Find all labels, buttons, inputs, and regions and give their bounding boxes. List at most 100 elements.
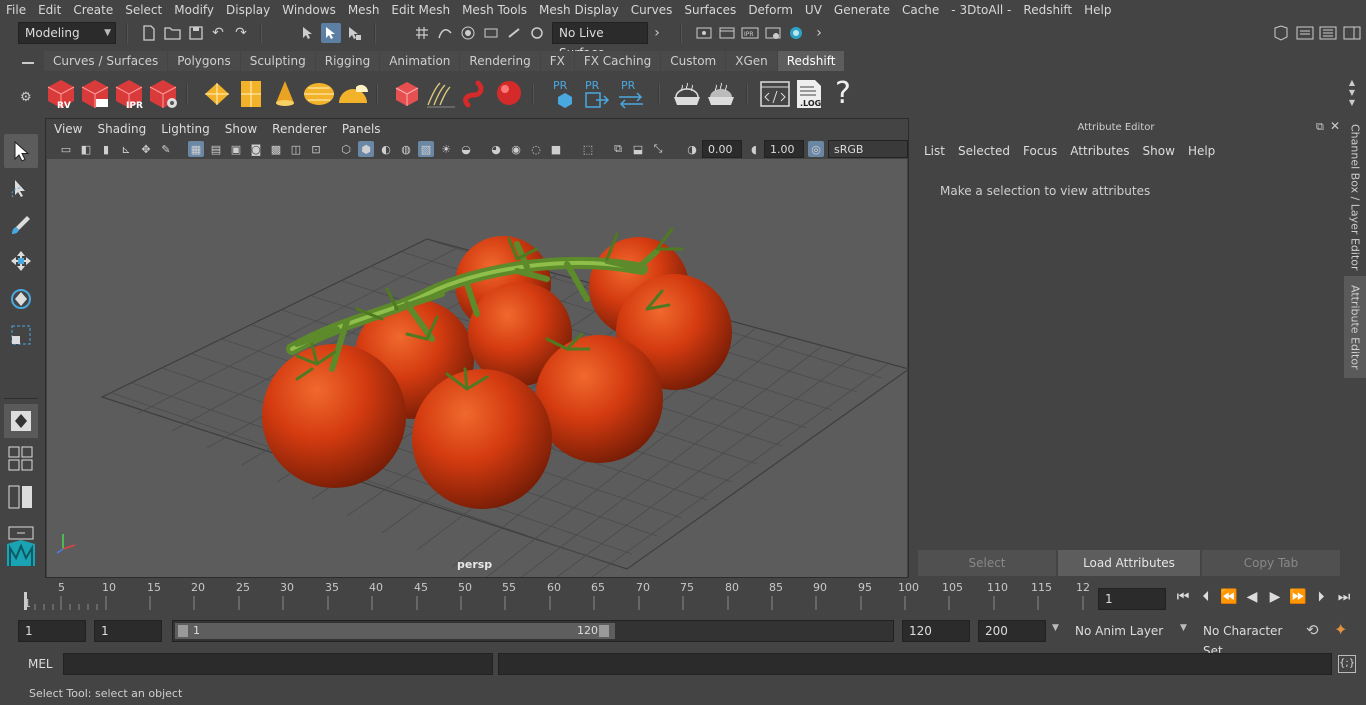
redshift-ipr-icon[interactable]: IPR [112,76,146,112]
select-tool-icon[interactable] [4,134,38,168]
toggle-attribute-editor-icon[interactable] [1295,23,1315,43]
save-scene-icon[interactable] [186,23,206,43]
smooth-shade-icon[interactable]: ⬢ [358,141,374,157]
chevron-right-icon[interactable]: › [812,23,826,43]
pr-export-icon[interactable]: PR [580,76,614,112]
exposure-adjust-icon[interactable]: ◑ [684,141,700,157]
menu-modify[interactable]: Modify [168,0,220,20]
viewport-menu-shading[interactable]: Shading [89,122,153,136]
chevron-up-icon[interactable]: ▲ [1346,78,1358,88]
gamma-icon[interactable]: ◖ [746,141,762,157]
shelf-tab-curves-surfaces[interactable]: Curves / Surfaces [44,51,168,71]
depth-of-field-icon[interactable]: ◌ [528,141,544,157]
hypershade-icon[interactable] [786,23,806,43]
redshift-ies-light-icon[interactable] [302,76,336,112]
resolution-gate-icon[interactable]: ▣ [228,141,244,157]
chevron-down-icon[interactable]: ▼ [1052,623,1059,633]
ipr-render-icon[interactable]: IPR [740,23,760,43]
snap-curve-icon[interactable] [435,23,455,43]
menu-cache[interactable]: Cache [896,0,945,20]
multisample-aa-icon[interactable]: ◉ [508,141,524,157]
undo-icon[interactable]: ↶ [208,23,228,43]
load-attributes-button[interactable]: Load Attributes [1058,550,1200,576]
viewport-menu-show[interactable]: Show [217,122,264,136]
redshift-bake-icon[interactable] [670,76,704,112]
camera-select-icon[interactable]: ▭ [58,141,74,157]
shelf-tab-sculpting[interactable]: Sculpting [240,51,315,71]
render-view-icon[interactable] [694,23,714,43]
attr-menu-show[interactable]: Show [1137,142,1182,160]
shelf-tab-rendering[interactable]: Rendering [460,51,540,71]
wireframe-icon[interactable]: ⬡ [338,141,354,157]
float-panel-icon[interactable]: ⧉ [1316,120,1324,134]
end-time-field[interactable]: 200 [978,620,1046,642]
select-objects-icon[interactable] [321,23,341,43]
isolate-select-icon[interactable]: ■ [548,141,564,157]
grease-pencil-icon[interactable]: ✎ [158,141,174,157]
shelf-tab-xgen[interactable]: XGen [726,51,777,71]
menu-edit[interactable]: Edit [32,0,67,20]
menu-select[interactable]: Select [119,0,168,20]
four-view-layout-icon[interactable] [4,442,38,476]
exposure-icon[interactable]: ⤡ [650,141,666,157]
grid-toggle-icon[interactable]: ▦ [188,141,204,157]
render-frame-icon[interactable] [717,23,737,43]
motion-blur-icon[interactable]: ◕ [488,141,504,157]
render-settings-icon[interactable] [763,23,783,43]
shadows-icon[interactable]: ☀ [438,141,454,157]
toggle-channel-box-icon[interactable] [1342,23,1362,43]
shelf-scroll[interactable]: ▲ ▼ ▼ [1346,78,1358,112]
chevron-down-icon[interactable]: ▼ [1346,88,1358,98]
2d-pan-zoom-icon[interactable]: ✥ [138,141,154,157]
workspace-icon[interactable] [1271,23,1291,43]
redshift-render-settings-icon[interactable] [146,76,180,112]
shelf-tab-fx-caching[interactable]: FX Caching [574,51,661,71]
menu-deform[interactable]: Deform [742,0,799,20]
go-to-end-icon[interactable]: ⏭ [1333,586,1355,608]
gear-icon[interactable]: ⚙ [20,90,32,105]
menu-surfaces[interactable]: Surfaces [678,0,742,20]
redshift-portal-light-icon[interactable] [234,76,268,112]
menu-redshift[interactable]: Redshift [1017,0,1078,20]
command-input[interactable] [63,653,493,675]
chevron-down-icon[interactable]: ▼ [1346,98,1358,108]
redshift-dome-light-icon[interactable] [336,76,370,112]
step-back-frame-icon[interactable]: ⏪ [1218,586,1240,608]
animation-preferences-icon[interactable]: ✦ [1334,620,1347,639]
range-start-grip[interactable] [178,625,188,637]
redshift-batch-render-icon[interactable] [78,76,112,112]
single-view-layout-icon[interactable] [4,404,38,438]
menu-3dtoall[interactable]: - 3DtoAll - [945,0,1017,20]
image-plane-icon[interactable]: ⊾ [118,141,134,157]
redshift-spot-light-icon[interactable] [268,76,302,112]
go-to-start-icon[interactable]: ⏮ [1172,586,1194,608]
attr-menu-selected[interactable]: Selected [952,142,1017,160]
attr-menu-help[interactable]: Help [1182,142,1222,160]
play-backwards-icon[interactable]: ◀ [1241,586,1263,608]
attr-menu-attributes[interactable]: Attributes [1064,142,1136,160]
shelf-tab-custom[interactable]: Custom [661,51,726,71]
menu-mesh-tools[interactable]: Mesh Tools [456,0,533,20]
field-chart-icon[interactable]: ▩ [268,141,284,157]
default-material-icon[interactable]: ◐ [378,141,394,157]
select-hierarchy-icon[interactable] [298,23,318,43]
script-language-label[interactable]: MEL [28,657,53,671]
rotate-tool-icon[interactable] [4,282,38,316]
toggle-tool-settings-icon[interactable] [1318,23,1338,43]
tab-attribute-editor[interactable]: Attribute Editor [1344,276,1366,378]
snap-point-icon[interactable] [458,23,478,43]
menu-create[interactable]: Create [67,0,119,20]
exposure-field[interactable]: 0.00 [702,140,742,158]
bookmark-icon[interactable]: ▮ [98,141,114,157]
character-set-dropdown[interactable]: No Character Set [1196,620,1298,658]
safe-title-icon[interactable]: ⊡ [308,141,324,157]
film-gate-icon[interactable]: ▤ [208,141,224,157]
help-question-icon[interactable]: ? [826,76,860,112]
range-slider-handle[interactable]: 1 120 [175,623,615,639]
gamma-field[interactable]: 1.00 [764,140,804,158]
attr-menu-focus[interactable]: Focus [1017,142,1064,160]
xray-joints-icon[interactable]: ⧉ [610,141,626,157]
tab-channel-box[interactable]: Channel Box / Layer Editor [1344,122,1366,272]
pr-object-icon[interactable]: PR [548,76,582,112]
outliner-layout-icon[interactable] [4,480,38,514]
